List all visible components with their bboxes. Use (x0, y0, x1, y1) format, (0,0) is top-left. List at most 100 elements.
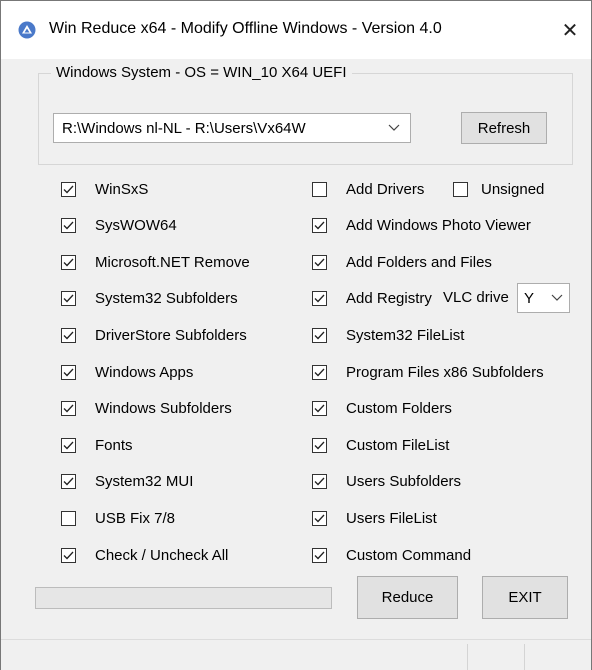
checkbox-box[interactable] (312, 510, 327, 526)
checkbox-box[interactable] (312, 254, 327, 270)
checkbox-label: Microsoft.NET Remove (95, 253, 250, 271)
syswow64-checkbox[interactable]: SysWOW64 (61, 216, 177, 236)
reduce-button[interactable]: Reduce (357, 576, 458, 619)
system32-filelist-checkbox[interactable]: System32 FileList (312, 325, 464, 345)
progress-bar (35, 587, 332, 609)
windows-image-select[interactable]: R:\Windows nl-NL - R:\Users\Vx64W (53, 113, 411, 143)
custom-command-checkbox[interactable]: Custom Command (312, 545, 471, 565)
checkmark-icon (63, 368, 74, 376)
checkmark-icon (314, 331, 325, 340)
checkbox-label: Fonts (95, 436, 133, 454)
checkmark-icon (314, 551, 325, 559)
checkbox-box[interactable] (61, 291, 76, 307)
exit-button[interactable]: EXIT (482, 576, 568, 619)
checkbox-box[interactable] (312, 181, 327, 197)
add-registry-checkbox[interactable]: Add Registry (312, 289, 432, 309)
checkbox-box[interactable] (312, 547, 327, 563)
fonts-checkbox[interactable]: Fonts (61, 435, 133, 455)
checkbox-box[interactable] (312, 364, 327, 380)
chevron-down-icon (551, 294, 563, 301)
windows-apps-checkbox[interactable]: Windows Apps (61, 362, 193, 382)
checkmark-icon (63, 404, 74, 413)
checkbox-label: USB Fix 7/8 (95, 509, 176, 527)
checkbox-box[interactable] (312, 437, 327, 453)
checkbox-label: Add Drivers (346, 180, 425, 198)
add-windows-photo-viewer-checkbox[interactable]: Add Windows Photo Viewer (312, 216, 531, 236)
program-files-x86-subfolders-checkbox[interactable]: Program Files x86 Subfolders (312, 362, 544, 382)
checkbox-box[interactable] (61, 547, 76, 563)
vlc-drive-value: Y (524, 290, 535, 307)
checkbox-label: SysWOW64 (95, 217, 177, 235)
checkbox-label: Windows Apps (95, 363, 194, 381)
checkmark-icon (314, 294, 325, 303)
checkmark-icon (314, 404, 325, 413)
custom-filelist-checkbox[interactable]: Custom FileList (312, 435, 449, 455)
checkmark-icon (63, 477, 74, 486)
winsxs-checkbox[interactable]: WinSxS (61, 179, 148, 199)
title-bar[interactable]: Win Reduce x64 - Modify Offline Windows … (1, 1, 591, 59)
checkbox-label: System32 MUI (95, 473, 194, 491)
checkbox-label: Add Windows Photo Viewer (346, 217, 531, 235)
users-subfolders-checkbox[interactable]: Users Subfolders (312, 472, 461, 492)
vlc-drive-label: VLC drive (443, 289, 509, 306)
checkbox-box[interactable] (61, 218, 76, 234)
checkbox-box[interactable] (312, 327, 327, 343)
refresh-button[interactable]: Refresh (461, 112, 547, 144)
checkbox-label: WinSxS (95, 180, 149, 198)
checkmark-icon (63, 441, 74, 450)
checkmark-icon (63, 331, 74, 340)
checkmark-icon (63, 294, 74, 303)
status-divider (467, 644, 468, 670)
add-drivers-checkbox[interactable]: Add Drivers (312, 179, 424, 199)
checkbox-box[interactable] (61, 510, 76, 526)
status-divider (524, 644, 525, 670)
checkbox-box[interactable] (61, 181, 76, 197)
app-logo-icon (18, 21, 36, 39)
window-title: Win Reduce x64 - Modify Offline Windows … (49, 20, 442, 37)
checkmark-icon (314, 514, 325, 523)
system32-mui-checkbox[interactable]: System32 MUI (61, 472, 193, 492)
checkmark-icon (63, 185, 74, 193)
checkbox-box[interactable] (312, 474, 327, 490)
microsoft-net-remove-checkbox[interactable]: Microsoft.NET Remove (61, 252, 250, 272)
unsigned-checkbox[interactable]: Unsigned (453, 179, 544, 199)
checkbox-box[interactable] (61, 401, 76, 417)
status-bar (1, 639, 591, 670)
checkbox-label: Check / Uncheck All (95, 546, 229, 564)
add-folders-and-files-checkbox[interactable]: Add Folders and Files (312, 252, 492, 272)
close-button[interactable]: ✕ (549, 9, 591, 51)
driverstore-subfolders-checkbox[interactable]: DriverStore Subfolders (61, 325, 247, 345)
chevron-down-icon (388, 124, 400, 131)
check-uncheck-all-checkbox[interactable]: Check / Uncheck All (61, 545, 228, 565)
checkbox-box[interactable] (312, 401, 327, 417)
checkmark-icon (63, 551, 74, 559)
windows-subfolders-checkbox[interactable]: Windows Subfolders (61, 399, 232, 419)
checkbox-label: DriverStore Subfolders (95, 326, 247, 344)
custom-folders-checkbox[interactable]: Custom Folders (312, 399, 452, 419)
checkbox-label: System32 Subfolders (95, 290, 238, 308)
checkbox-label: System32 FileList (346, 326, 465, 344)
windows-system-legend: Windows System - OS = WIN_10 X64 UEFI (51, 64, 352, 81)
usb-fix-7-8-checkbox[interactable]: USB Fix 7/8 (61, 508, 175, 528)
vlc-drive-select[interactable]: Y (517, 283, 570, 313)
checkbox-box[interactable] (312, 291, 327, 307)
users-filelist-checkbox[interactable]: Users FileList (312, 508, 437, 528)
windows-image-value: R:\Windows nl-NL - R:\Users\Vx64W (62, 120, 306, 137)
checkbox-box[interactable] (312, 218, 327, 234)
checkbox-label: Custom Command (346, 546, 472, 564)
checkbox-box[interactable] (61, 254, 76, 270)
checkbox-box[interactable] (61, 364, 76, 380)
checkbox-box[interactable] (61, 437, 76, 453)
checkmark-icon (314, 368, 325, 376)
checkbox-label: Custom FileList (346, 436, 450, 454)
checkbox-box[interactable] (61, 474, 76, 490)
checkbox-label: Users Subfolders (346, 473, 462, 491)
system32-subfolders-checkbox[interactable]: System32 Subfolders (61, 289, 238, 309)
checkbox-label: Windows Subfolders (95, 400, 232, 418)
unsigned-box[interactable] (453, 181, 468, 197)
checkbox-label: Add Folders and Files (346, 253, 492, 271)
checkbox-box[interactable] (61, 327, 76, 343)
checkbox-label: Custom Folders (346, 400, 452, 418)
checkmark-icon (314, 221, 325, 230)
checkmark-icon (63, 221, 74, 230)
